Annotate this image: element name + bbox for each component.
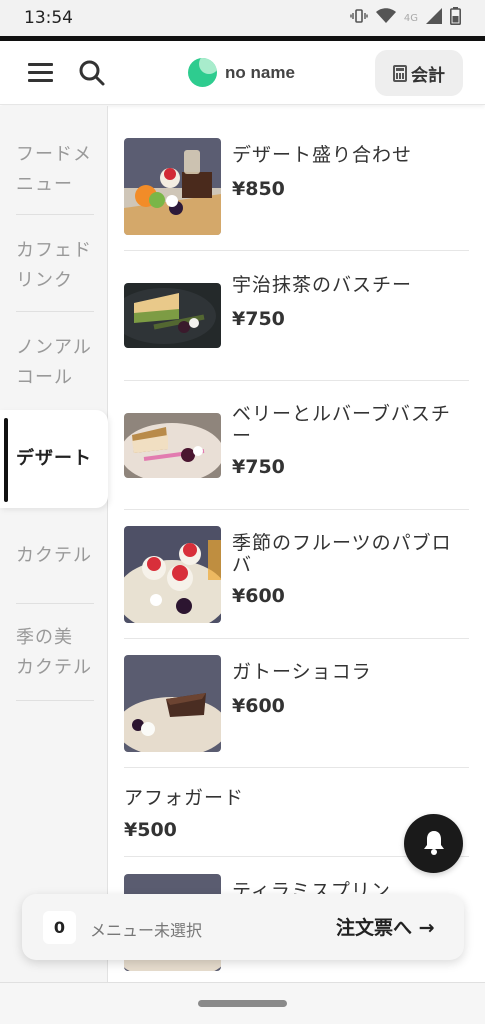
cart-bar: 0 メニュー未選択 注文票へ → (22, 894, 464, 960)
search-icon[interactable] (78, 59, 106, 87)
item-photo (124, 138, 221, 235)
network-type: 4G (403, 12, 418, 24)
item-name: 季節のフルーツのパブロバ (232, 532, 452, 576)
bell-icon (422, 829, 446, 859)
item-name: アフォガード (124, 787, 245, 809)
item-divider (124, 250, 469, 251)
item-photo (124, 655, 221, 752)
vibrate-icon (350, 8, 368, 28)
item-price: ¥750 (232, 456, 285, 478)
menu-item[interactable]: 宇治抹茶のバスチー ¥750 (124, 268, 469, 366)
category-non-alcohol[interactable]: ノンアル コール (16, 333, 94, 393)
item-price: ¥600 (232, 695, 285, 717)
category-label: ノンアル (16, 337, 92, 358)
category-divider (16, 700, 94, 701)
category-label: コール (16, 367, 73, 388)
logo-text: no name (225, 62, 295, 82)
logo-mark (188, 58, 217, 87)
signal-icon (426, 8, 442, 28)
active-indicator (4, 418, 8, 502)
status-bar: 13:54 4G (0, 0, 485, 36)
order-sheet-button[interactable]: 注文票へ → (336, 913, 435, 940)
item-divider (124, 638, 469, 639)
category-label: デザート (16, 448, 92, 469)
item-divider (124, 509, 469, 510)
menu-item[interactable]: デザート盛り合わせ ¥850 (124, 138, 469, 236)
item-price: ¥500 (124, 819, 177, 841)
category-cocktail[interactable]: カクテル (16, 541, 94, 571)
item-divider (124, 380, 469, 381)
category-divider (16, 214, 94, 215)
item-photo (124, 413, 221, 478)
category-label: ニュー (16, 174, 73, 195)
menu-item[interactable]: ベリーとルバーブバスチー ¥750 (124, 397, 469, 495)
category-label: フードメ (16, 144, 92, 165)
cart-status: メニュー未選択 (90, 921, 203, 940)
item-price: ¥750 (232, 308, 285, 330)
checkout-label: 会計 (411, 65, 445, 86)
item-photo (124, 526, 221, 623)
category-kinobi-cocktail[interactable]: 季の美 カクテル (16, 623, 94, 683)
item-name: デザート盛り合わせ (232, 144, 413, 166)
category-divider (16, 603, 94, 604)
category-label: カクテル (16, 545, 92, 566)
category-food-menu[interactable]: フードメ ニュー (16, 140, 94, 200)
call-staff-button[interactable] (404, 814, 463, 873)
checkout-button[interactable]: 会計 (375, 50, 463, 96)
item-price: ¥850 (232, 178, 285, 200)
item-name: ベリーとルバーブバスチー (232, 403, 451, 447)
home-indicator[interactable] (198, 1000, 287, 1007)
category-label: リンク (16, 270, 73, 291)
calculator-icon (393, 64, 407, 82)
status-icons: 4G (350, 7, 461, 29)
item-name: 宇治抹茶のバスチー (232, 274, 413, 296)
category-label: カクテル (16, 657, 92, 678)
cart-count: 0 (43, 911, 76, 944)
category-cafe-drink[interactable]: カフェド リンク (16, 236, 94, 296)
status-time: 13:54 (24, 8, 73, 28)
item-photo (124, 283, 221, 348)
wifi-icon (375, 8, 396, 28)
menu-item[interactable]: 季節のフルーツのパブロバ ¥600 (124, 526, 469, 624)
category-label: カフェド (16, 240, 92, 261)
category-sidebar: フードメ ニュー カフェド リンク ノンアル コール デザート カクテル 季の美… (0, 106, 108, 982)
menu-item[interactable]: ガトーショコラ ¥600 (124, 655, 469, 753)
item-divider (124, 767, 469, 768)
logo: no name (188, 58, 295, 87)
app-header: no name 会計 (0, 41, 485, 105)
battery-icon (450, 7, 461, 29)
item-name: ガトーショコラ (232, 661, 372, 683)
item-price: ¥600 (232, 585, 285, 607)
menu-icon[interactable] (28, 63, 53, 83)
system-nav-bar (0, 982, 485, 1024)
category-divider (16, 311, 94, 312)
category-dessert[interactable]: デザート (0, 410, 108, 508)
category-label: 季の美 (16, 627, 73, 648)
